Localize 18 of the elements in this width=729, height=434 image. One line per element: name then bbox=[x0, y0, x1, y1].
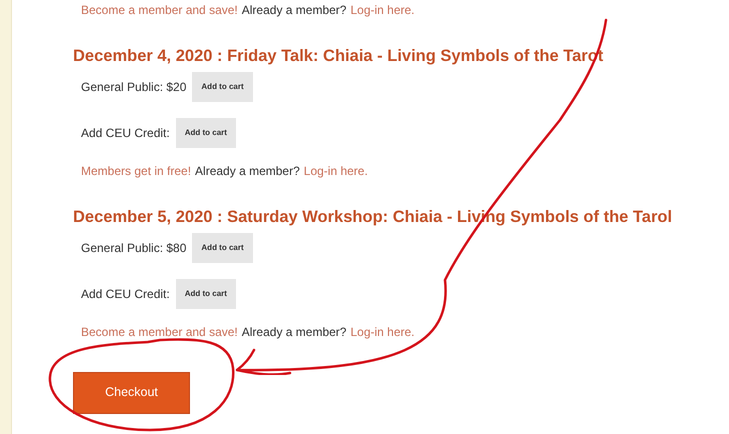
price-label: Add CEU Credit: bbox=[81, 124, 170, 142]
note-text: Already a member? bbox=[195, 162, 300, 180]
login-link[interactable]: Log-in here. bbox=[350, 1, 415, 19]
add-to-cart-button[interactable]: Add to cart bbox=[176, 278, 236, 308]
login-link[interactable]: Log-in here. bbox=[350, 322, 415, 340]
price-label: General Public: $80 bbox=[81, 240, 186, 256]
add-to-cart-button[interactable]: Add to cart bbox=[176, 118, 236, 148]
note-text: Already a member? bbox=[242, 2, 346, 19]
price-label: Add CEU Credit: bbox=[81, 286, 170, 302]
member-link[interactable]: Members get in free! bbox=[81, 162, 192, 180]
checkout-button[interactable]: Checkout bbox=[73, 372, 190, 414]
member-link[interactable]: Become a member and save! bbox=[81, 322, 238, 340]
add-to-cart-button[interactable]: Add to cart bbox=[192, 72, 253, 102]
price-label: General Public: $20 bbox=[81, 78, 186, 96]
member-link[interactable]: Become a member and save! bbox=[81, 1, 238, 19]
login-link[interactable]: Log-in here. bbox=[304, 162, 368, 180]
note-text: Already a member? bbox=[242, 324, 346, 340]
add-to-cart-button[interactable]: Add to cart bbox=[192, 232, 253, 262]
